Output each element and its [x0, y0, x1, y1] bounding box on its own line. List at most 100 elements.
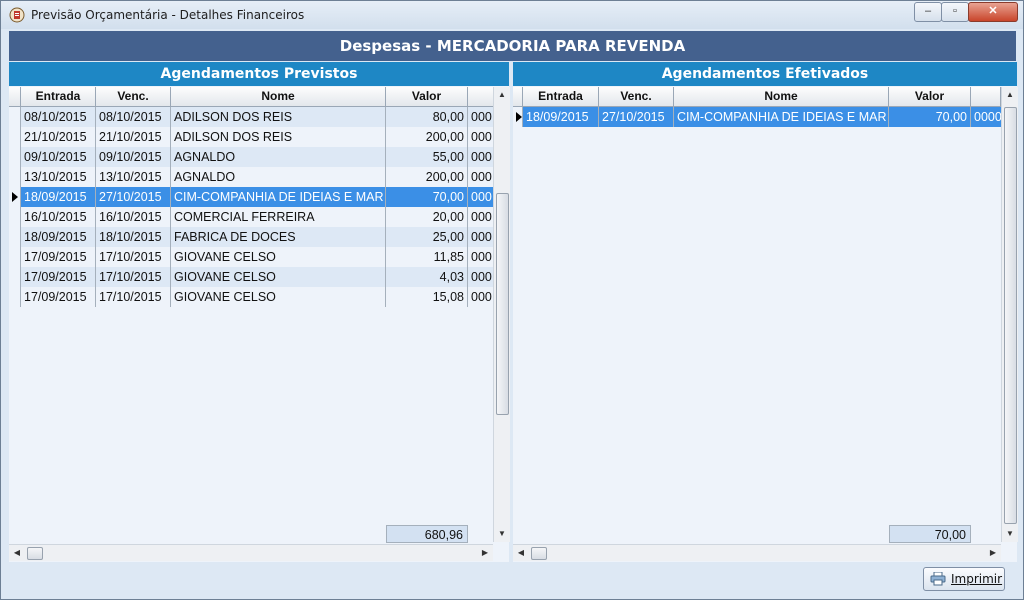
cell-valor[interactable]: 25,00 — [386, 227, 468, 247]
row-indicator[interactable] — [513, 107, 523, 127]
horizontal-scrollbar[interactable]: ◀ ▶ — [513, 544, 1001, 561]
cell-valor[interactable]: 200,00 — [386, 127, 468, 147]
col-extra[interactable] — [468, 87, 494, 106]
cell-venc[interactable]: 17/10/2015 — [96, 267, 171, 287]
minimize-button[interactable]: ‒ — [914, 2, 942, 22]
row-indicator[interactable] — [9, 267, 21, 287]
cell-entrada[interactable]: 17/09/2015 — [21, 267, 96, 287]
col-entrada[interactable]: Entrada — [523, 87, 599, 106]
row-indicator[interactable] — [9, 207, 21, 227]
cell-nome[interactable]: FABRICA DE DOCES — [171, 227, 386, 247]
table-row[interactable]: 17/09/2015 17/10/2015 GIOVANE CELSO 4,03 000 — [9, 267, 494, 287]
row-indicator[interactable] — [9, 127, 21, 147]
cell-valor[interactable]: 200,00 — [386, 167, 468, 187]
cell-valor[interactable]: 11,85 — [386, 247, 468, 267]
table-row[interactable]: 18/09/2015 27/10/2015 CIM-COMPANHIA DE IDE… — [9, 187, 494, 207]
cell-extra[interactable]: 000 — [468, 167, 494, 187]
cell-nome[interactable]: AGNALDO — [171, 147, 386, 167]
cell-valor[interactable]: 4,03 — [386, 267, 468, 287]
cell-nome[interactable]: COMERCIAL FERREIRA — [171, 207, 386, 227]
col-venc[interactable]: Venc. — [599, 87, 674, 106]
row-indicator[interactable] — [9, 167, 21, 187]
table-row[interactable]: 18/09/2015 27/10/2015 CIM-COMPANHIA DE IDE… — [513, 107, 1001, 127]
table-row[interactable]: 09/10/2015 09/10/2015 AGNALDO 55,00 000 — [9, 147, 494, 167]
cell-entrada[interactable]: 09/10/2015 — [21, 147, 96, 167]
cell-valor[interactable]: 80,00 — [386, 107, 468, 127]
cell-nome[interactable]: ADILSON DOS REIS — [171, 127, 386, 147]
cell-extra[interactable]: 000 — [468, 127, 494, 147]
cell-venc[interactable]: 17/10/2015 — [96, 247, 171, 267]
cell-extra[interactable]: 000 — [468, 227, 494, 247]
cell-extra[interactable]: 000 — [468, 187, 494, 207]
table-row[interactable]: 08/10/2015 08/10/2015 ADILSON DOS REIS 80,0… — [9, 107, 494, 127]
scroll-down-arrow-icon[interactable]: ▼ — [1002, 526, 1018, 542]
scroll-right-arrow-icon[interactable]: ▶ — [985, 545, 1001, 561]
cell-extra[interactable]: 000 — [468, 287, 494, 307]
table-row[interactable]: 17/09/2015 17/10/2015 GIOVANE CELSO 15,08 00… — [9, 287, 494, 307]
row-indicator[interactable] — [9, 227, 21, 247]
col-nome[interactable]: Nome — [674, 87, 889, 106]
cell-entrada[interactable]: 18/09/2015 — [523, 107, 599, 127]
cell-venc[interactable]: 27/10/2015 — [96, 187, 171, 207]
scroll-left-arrow-icon[interactable]: ◀ — [9, 545, 25, 561]
cell-entrada[interactable]: 17/09/2015 — [21, 287, 96, 307]
row-indicator[interactable] — [9, 247, 21, 267]
cell-valor[interactable]: 20,00 — [386, 207, 468, 227]
print-button[interactable]: Imprimir — [923, 567, 1005, 591]
cell-entrada[interactable]: 13/10/2015 — [21, 167, 96, 187]
cell-venc[interactable]: 16/10/2015 — [96, 207, 171, 227]
scroll-up-arrow-icon[interactable]: ▲ — [1002, 87, 1018, 103]
scroll-left-arrow-icon[interactable]: ◀ — [513, 545, 529, 561]
cell-extra[interactable]: 000 — [468, 247, 494, 267]
cell-venc[interactable]: 08/10/2015 — [96, 107, 171, 127]
table-row[interactable]: 13/10/2015 13/10/2015 AGNALDO 200,00 000 — [9, 167, 494, 187]
col-entrada[interactable]: Entrada — [21, 87, 96, 106]
col-extra[interactable] — [971, 87, 1001, 106]
scroll-thumb[interactable] — [496, 193, 509, 415]
hscroll-thumb[interactable] — [531, 547, 547, 560]
cell-valor[interactable]: 55,00 — [386, 147, 468, 167]
cell-extra[interactable]: 000 — [468, 147, 494, 167]
table-row[interactable]: 18/09/2015 18/10/2015 FABRICA DE DOCES 25,0… — [9, 227, 494, 247]
table-row[interactable]: 21/10/2015 21/10/2015 ADILSON DOS REIS 200,… — [9, 127, 494, 147]
cell-entrada[interactable]: 08/10/2015 — [21, 107, 96, 127]
horizontal-scrollbar[interactable]: ◀ ▶ — [9, 544, 493, 561]
cell-venc[interactable]: 17/10/2015 — [96, 287, 171, 307]
cell-valor[interactable]: 70,00 — [889, 107, 971, 127]
close-button[interactable]: ✕ — [968, 2, 1018, 22]
scroll-thumb[interactable] — [1004, 107, 1017, 524]
vertical-scrollbar[interactable]: ▲ ▼ — [1001, 87, 1018, 542]
cell-venc[interactable]: 21/10/2015 — [96, 127, 171, 147]
table-row[interactable]: 16/10/2015 16/10/2015 COMERCIAL FERREIRA 20… — [9, 207, 494, 227]
cell-entrada[interactable]: 18/09/2015 — [21, 187, 96, 207]
vertical-scrollbar[interactable]: ▲ ▼ — [493, 87, 510, 542]
cell-venc[interactable]: 27/10/2015 — [599, 107, 674, 127]
cell-valor[interactable]: 15,08 — [386, 287, 468, 307]
cell-nome[interactable]: CIM-COMPANHIA DE IDEIAS E MAR — [674, 107, 889, 127]
cell-entrada[interactable]: 17/09/2015 — [21, 247, 96, 267]
scroll-down-arrow-icon[interactable]: ▼ — [494, 526, 510, 542]
row-indicator[interactable] — [9, 147, 21, 167]
cell-venc[interactable]: 18/10/2015 — [96, 227, 171, 247]
cell-nome[interactable]: CIM-COMPANHIA DE IDEIAS E MAR — [171, 187, 386, 207]
col-nome[interactable]: Nome — [171, 87, 386, 106]
cell-venc[interactable]: 09/10/2015 — [96, 147, 171, 167]
scroll-right-arrow-icon[interactable]: ▶ — [477, 545, 493, 561]
col-valor[interactable]: Valor — [386, 87, 468, 106]
cell-valor[interactable]: 70,00 — [386, 187, 468, 207]
scroll-up-arrow-icon[interactable]: ▲ — [494, 87, 510, 103]
cell-nome[interactable]: AGNALDO — [171, 167, 386, 187]
row-indicator[interactable] — [9, 187, 21, 207]
cell-extra[interactable]: 000 — [468, 107, 494, 127]
row-indicator[interactable] — [9, 287, 21, 307]
cell-venc[interactable]: 13/10/2015 — [96, 167, 171, 187]
cell-entrada[interactable]: 16/10/2015 — [21, 207, 96, 227]
col-valor[interactable]: Valor — [889, 87, 971, 106]
title-bar[interactable]: Previsão Orçamentária - Detalhes Finance… — [1, 1, 1023, 29]
cell-nome[interactable]: ADILSON DOS REIS — [171, 107, 386, 127]
cell-extra[interactable]: 000 — [468, 207, 494, 227]
cell-nome[interactable]: GIOVANE CELSO — [171, 287, 386, 307]
table-row[interactable]: 17/09/2015 17/10/2015 GIOVANE CELSO 11,85 00… — [9, 247, 494, 267]
maximize-button[interactable]: ▫ — [941, 2, 969, 22]
col-venc[interactable]: Venc. — [96, 87, 171, 106]
